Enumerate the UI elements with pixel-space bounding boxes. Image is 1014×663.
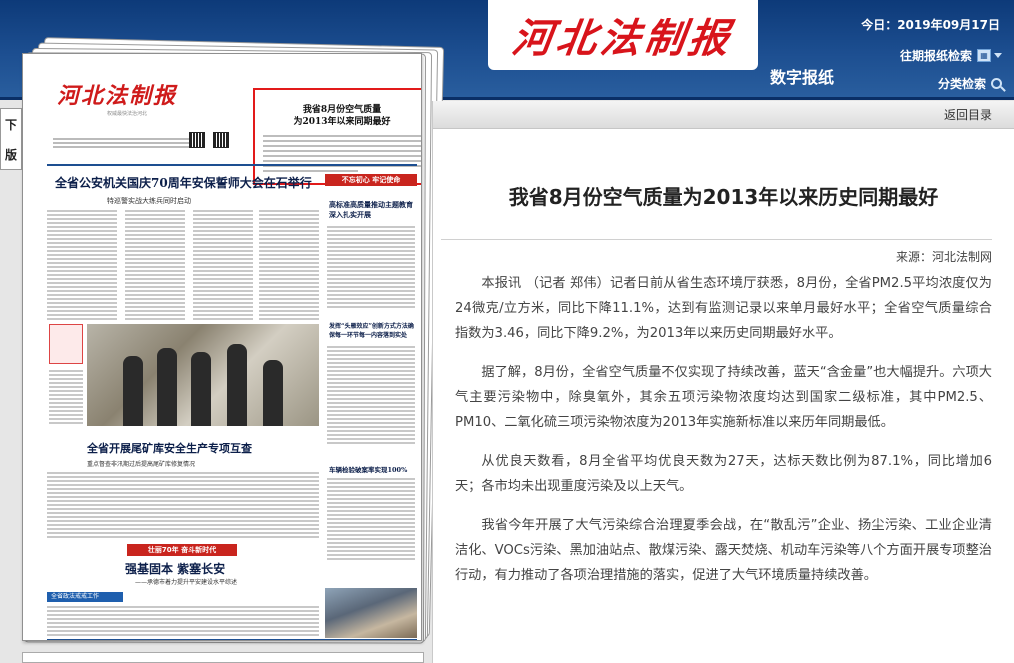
article-column bbox=[327, 346, 415, 446]
article-column bbox=[47, 472, 319, 540]
highlighted-article-text bbox=[263, 135, 421, 175]
newspaper-slogan: 权威最快法治河北 bbox=[107, 111, 148, 117]
article-paragraph: 我省今年开展了大气污染综合治理夏季会战，在“散乱污”企业、扬尘污染、工业企业清洁… bbox=[455, 518, 992, 583]
newspaper-headline[interactable]: 高标准高质量推动主题教育深入扎实开展 bbox=[329, 200, 415, 220]
past-issue-label: 往期报纸检索 bbox=[899, 48, 972, 63]
return-to-contents-link[interactable]: 返回目录 bbox=[944, 108, 992, 122]
article-paragraph: 据了解，8月份，全省空气质量不仅实现了持续改善，蓝天“含金量”也大幅提升。六项大… bbox=[455, 365, 992, 430]
section-band: 全省政法戒戒工作 bbox=[47, 592, 123, 602]
article-column bbox=[125, 210, 185, 322]
newspaper-footer-rule bbox=[47, 639, 417, 640]
site-logo[interactable]: 河北法制报 bbox=[488, 0, 758, 70]
logo-text: 河北法制报 bbox=[509, 15, 736, 62]
return-bar: 返回目录 bbox=[433, 101, 1014, 129]
search-icon[interactable] bbox=[991, 77, 1002, 89]
article-column bbox=[47, 606, 319, 638]
chevron-down-icon[interactable] bbox=[994, 52, 1002, 58]
section-band: 不忘初心 牢记使命 bbox=[325, 174, 417, 186]
newspaper-masthead: 河北法制报 bbox=[57, 83, 178, 109]
article-panel: 返回目录 我省8月份空气质量为2013年以来历史同期最好 来源：河北法制网 本报… bbox=[432, 101, 1014, 663]
next-page-char-1: 下 bbox=[4, 117, 17, 132]
article-body: 本报讯 （记者 郑伟）记者日前从省生态环境厅获悉，8月份，全省PM2.5平均浓度… bbox=[455, 271, 992, 602]
qr-code-icon bbox=[189, 132, 205, 148]
digital-newspaper-label: 数字报纸 bbox=[770, 68, 835, 87]
article-column bbox=[327, 226, 415, 310]
past-issue-search-link[interactable]: 往期报纸检索 ▦ bbox=[900, 44, 1002, 66]
article-paragraph: 本报讯 （记者 郑伟）记者日前从省生态环境厅获悉，8月份，全省PM2.5平均浓度… bbox=[455, 276, 992, 341]
article-column bbox=[259, 210, 319, 322]
article-title: 我省8月份空气质量为2013年以来历史同期最好 bbox=[508, 185, 939, 209]
qr-code-icon bbox=[213, 132, 229, 148]
newspaper-page-preview[interactable]: 河北法制报 权威最快法治河北 我省8月份空气质量 为2013年以来同期最好 全省… bbox=[22, 53, 422, 641]
article-column bbox=[47, 210, 117, 322]
news-photo[interactable] bbox=[325, 588, 417, 638]
header-nav: 往期报纸检索 ▦ 分类检索 bbox=[900, 44, 1002, 100]
newspaper-dateline bbox=[53, 138, 198, 152]
article-column bbox=[193, 210, 253, 322]
next-page-tab[interactable]: 下 版 bbox=[0, 108, 22, 170]
calendar-icon[interactable]: ▦ bbox=[977, 48, 991, 62]
highlighted-title-line-2: 为2013年以来同期最好 bbox=[293, 117, 391, 127]
highlighted-article-title: 我省8月份空气质量 为2013年以来同期最好 bbox=[255, 104, 421, 128]
paper-bottom-edge bbox=[22, 652, 424, 663]
title-divider bbox=[441, 239, 992, 240]
news-photo[interactable] bbox=[87, 324, 319, 426]
newspaper-headline[interactable]: 全省公安机关国庆70周年安保誓师大会在石举行 bbox=[55, 174, 312, 191]
newspaper-subheadline: 重点督查非汛期过后提高尾矿库修复情况 bbox=[87, 461, 196, 468]
category-search-label: 分类检索 bbox=[937, 76, 986, 91]
article-column bbox=[327, 478, 415, 562]
section-band: 壮丽70年 奋斗新时代 bbox=[127, 544, 237, 556]
highlighted-article-area[interactable]: 我省8月份空气质量 为2013年以来同期最好 bbox=[253, 88, 421, 185]
sidebar-box bbox=[49, 324, 83, 364]
today-date: 今日：2019年09月17日 bbox=[861, 18, 1000, 32]
category-search-link[interactable]: 分类检索 bbox=[900, 72, 1002, 94]
newspaper-headline[interactable]: 强基固本 紫塞长安 bbox=[125, 560, 225, 577]
newspaper-headline[interactable]: 发挥“头雁效应”创新方式方法确保每一环节每一内容落到实处 bbox=[329, 322, 415, 340]
article-paragraph: 从优良天数看，8月全省平均优良天数为27天，达标天数比例为87.1%，同比增加6… bbox=[455, 454, 992, 494]
masthead-rule bbox=[47, 164, 417, 166]
next-page-char-2: 版 bbox=[4, 147, 17, 162]
newspaper-subheadline: 特巡警实战大练兵同时启动 bbox=[107, 197, 191, 205]
article-source: 来源：河北法制网 bbox=[895, 250, 992, 264]
newspaper-subheadline: ——承德市着力提升平安建设水平综述 bbox=[135, 579, 238, 586]
highlighted-title-line-1: 我省8月份空气质量 bbox=[302, 105, 382, 115]
newspaper-headline[interactable]: 全省开展尾矿库安全生产专项互查 bbox=[87, 440, 252, 456]
article-column bbox=[49, 370, 83, 426]
newspaper-headline[interactable]: 车辆检验破案率实现100% bbox=[329, 464, 415, 474]
